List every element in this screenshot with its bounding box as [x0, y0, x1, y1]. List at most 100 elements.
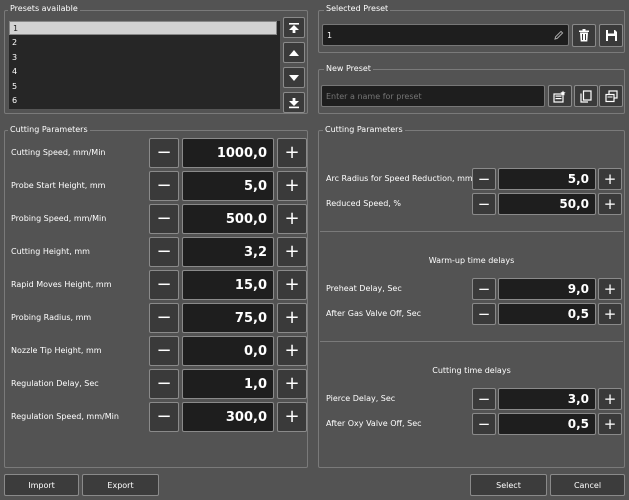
increment-button[interactable]: + — [277, 138, 307, 168]
param-value-field[interactable]: 5,0 — [182, 171, 274, 201]
move-top-button[interactable] — [283, 17, 305, 38]
plus-icon: + — [603, 304, 617, 323]
increment-button[interactable]: + — [277, 237, 307, 267]
decrement-button[interactable]: − — [149, 270, 179, 300]
param-value-field[interactable]: 300,0 — [182, 402, 274, 432]
increment-button[interactable]: + — [598, 278, 622, 300]
increment-button[interactable]: + — [277, 171, 307, 201]
move-up-button[interactable] — [283, 42, 305, 63]
decrement-button[interactable]: − — [472, 303, 496, 325]
param-label: Regulation Delay, Sec — [11, 379, 99, 388]
new-preset-name-input[interactable] — [321, 85, 545, 107]
param-value-field[interactable]: 500,0 — [182, 204, 274, 234]
export-button[interactable]: Export — [82, 474, 159, 496]
plus-icon: + — [284, 241, 300, 262]
increment-button[interactable]: + — [598, 413, 622, 435]
param-value-field[interactable]: 9,0 — [498, 278, 596, 300]
param-value-field[interactable]: 3,0 — [498, 388, 596, 410]
pencil-icon[interactable] — [554, 30, 564, 40]
param-label: Reduced Speed, % — [326, 199, 401, 208]
minus-icon: − — [156, 208, 172, 229]
param-label: Arc Radius for Speed Reduction, mm — [326, 174, 473, 183]
param-value-field[interactable]: 0,5 — [498, 413, 596, 435]
increment-button[interactable]: + — [277, 303, 307, 333]
new-preset-blank-button[interactable] — [574, 85, 598, 107]
increment-button[interactable]: + — [277, 369, 307, 399]
param-value-field[interactable]: 1000,0 — [182, 138, 274, 168]
decrement-button[interactable]: − — [149, 204, 179, 234]
param-label: Cutting Speed, mm/Min — [11, 148, 106, 157]
decrement-button[interactable]: − — [472, 193, 496, 215]
increment-button[interactable]: + — [598, 168, 622, 190]
decrement-button[interactable]: − — [472, 278, 496, 300]
increment-button[interactable]: + — [598, 388, 622, 410]
warmup-section-title: Warm-up time delays — [428, 256, 515, 265]
param-value-field[interactable]: 0,0 — [182, 336, 274, 366]
presets-list[interactable]: 1 2 3 4 5 6 — [8, 20, 281, 110]
selected-preset-field[interactable]: 1 — [322, 24, 569, 46]
decrement-button[interactable]: − — [149, 303, 179, 333]
plus-icon: + — [603, 194, 617, 213]
decrement-button[interactable]: − — [472, 388, 496, 410]
decrement-button[interactable]: − — [149, 138, 179, 168]
decrement-button[interactable]: − — [149, 171, 179, 201]
param-value-field[interactable]: 15,0 — [182, 270, 274, 300]
param-value-field[interactable]: 0,5 — [498, 303, 596, 325]
param-value-field[interactable]: 75,0 — [182, 303, 274, 333]
cancel-button[interactable]: Cancel — [550, 474, 625, 496]
param-label: Probing Radius, mm — [11, 313, 92, 322]
decrement-button[interactable]: − — [149, 402, 179, 432]
delete-preset-button[interactable] — [572, 24, 596, 47]
increment-button[interactable]: + — [598, 193, 622, 215]
param-value-field[interactable]: 50,0 — [498, 193, 596, 215]
param-value-field[interactable]: 1,0 — [182, 369, 274, 399]
param-label: Preheat Delay, Sec — [326, 284, 402, 293]
plus-icon: + — [603, 279, 617, 298]
selected-preset-title: Selected Preset — [324, 4, 391, 14]
param-label: Nozzle Tip Height, mm — [11, 346, 102, 355]
plus-icon: + — [284, 142, 300, 163]
move-down-button[interactable] — [283, 67, 305, 88]
decrement-button[interactable]: − — [149, 336, 179, 366]
plus-icon: + — [284, 175, 300, 196]
decrement-button[interactable]: − — [149, 237, 179, 267]
minus-icon: − — [477, 194, 491, 213]
new-document-icon — [580, 89, 592, 103]
right-params-title: Cutting Parameters — [323, 125, 405, 135]
increment-button[interactable]: + — [277, 204, 307, 234]
param-label: Probe Start Height, mm — [11, 181, 106, 190]
param-value-field[interactable]: 3,2 — [182, 237, 274, 267]
decrement-button[interactable]: − — [472, 168, 496, 190]
save-preset-button[interactable] — [599, 24, 623, 47]
minus-icon: − — [477, 169, 491, 188]
preset-item-5[interactable]: 5 — [9, 80, 277, 94]
decrement-button[interactable]: − — [149, 369, 179, 399]
increment-button[interactable]: + — [598, 303, 622, 325]
increment-button[interactable]: + — [277, 270, 307, 300]
plus-icon: + — [284, 208, 300, 229]
param-label: After Oxy Valve Off, Sec — [326, 419, 422, 428]
preset-item-6[interactable]: 6 — [9, 94, 277, 108]
param-label: Regulation Speed, mm/Min — [11, 412, 119, 421]
increment-button[interactable]: + — [277, 336, 307, 366]
import-button[interactable]: Import — [4, 474, 79, 496]
duplicate-preset-button[interactable] — [599, 85, 623, 107]
copy-icon — [604, 89, 618, 102]
increment-button[interactable]: + — [277, 402, 307, 432]
move-bottom-button[interactable] — [283, 92, 305, 113]
preset-item-4[interactable]: 4 — [9, 65, 277, 79]
preset-item-2[interactable]: 2 — [9, 36, 277, 50]
param-value-field[interactable]: 5,0 — [498, 168, 596, 190]
save-disk-icon — [605, 30, 617, 41]
decrement-button[interactable]: − — [472, 413, 496, 435]
preset-item-1[interactable]: 1 — [9, 21, 277, 35]
minus-icon: − — [156, 406, 172, 427]
new-preset-title: New Preset — [324, 64, 373, 74]
preset-item-label: 4 — [12, 67, 18, 76]
arrow-top-icon — [289, 22, 299, 33]
preset-item-3[interactable]: 3 — [9, 51, 277, 65]
select-button[interactable]: Select — [470, 474, 547, 496]
param-label: Pierce Delay, Sec — [326, 394, 396, 403]
minus-icon: − — [156, 373, 172, 394]
new-preset-from-current-button[interactable] — [548, 85, 572, 107]
